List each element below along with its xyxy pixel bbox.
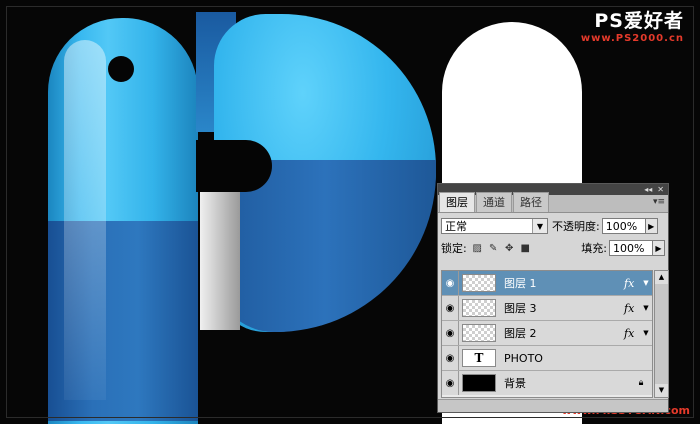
panel-tabs: 图层 通道 路径 ▾≡: [438, 192, 668, 213]
lock-row: 锁定: ▨ ✎ ✥ ■ 填充: 100% ▶: [438, 237, 668, 259]
layer-name: 图层 3: [504, 302, 537, 315]
layer-row[interactable]: ◉ 图层 1 fx ▼: [442, 271, 652, 296]
layer-thumbnail: [462, 299, 496, 317]
expand-arrow-icon[interactable]: ▼: [640, 329, 652, 337]
layer-thumbnail: [462, 274, 496, 292]
letter-p-highlight: [64, 40, 106, 400]
watermark-top: PS爱好者 www.PS2000.cn: [581, 6, 684, 44]
lock-brush-icon[interactable]: ✎: [488, 243, 499, 254]
fx-icon[interactable]: fx: [624, 302, 640, 315]
fill-input[interactable]: 100%: [609, 240, 653, 256]
layers-panel: ◂◂ ✕ 图层 通道 路径 ▾≡ 正常 ▼ 不透明度: 100% ▶ 锁定: ▨…: [437, 183, 669, 413]
layers-list: ◉ 图层 1 fx ▼ ◉ 图层 3 fx ▼ ◉ 图层 2 fx ▼ ◉ T …: [441, 270, 669, 398]
opacity-input[interactable]: 100%: [601, 218, 646, 234]
double-chevron-icon[interactable]: ◂◂: [644, 185, 652, 194]
lock-label: 锁定:: [441, 242, 467, 255]
scroll-down-icon[interactable]: ▼: [655, 384, 668, 397]
expand-arrow-icon[interactable]: ▼: [640, 279, 652, 287]
lock-all-icon[interactable]: ■: [520, 243, 531, 254]
layer-row[interactable]: ◉ 背景 🔒︎: [442, 371, 652, 395]
eye-icon[interactable]: ◉: [442, 346, 459, 370]
background-thumbnail: [462, 374, 496, 392]
watermark-url: www.PS2000.cn: [580, 33, 684, 44]
opacity-label: 不透明度:: [552, 220, 600, 233]
eye-icon[interactable]: ◉: [442, 371, 459, 395]
layer-row[interactable]: ◉ T PHOTO: [442, 346, 652, 371]
blend-row: 正常 ▼ 不透明度: 100% ▶: [438, 215, 668, 237]
opacity-slider-arrow[interactable]: ▶: [645, 218, 658, 234]
blend-mode-select[interactable]: 正常 ▼: [441, 218, 548, 234]
layer-name: PHOTO: [504, 351, 543, 365]
letter-p-counter: [196, 140, 272, 192]
panel-menu-icon[interactable]: ▾≡: [653, 197, 665, 207]
layer-name: 图层 2: [504, 327, 537, 340]
tab-paths[interactable]: 路径: [513, 192, 549, 212]
layers-scrollbar[interactable]: ▲ ▼: [654, 270, 669, 398]
chevron-down-icon: ▼: [532, 219, 547, 233]
lock-icon: 🔒︎: [638, 378, 644, 388]
eye-icon[interactable]: ◉: [442, 296, 459, 320]
layer-row[interactable]: ◉ 图层 3 fx ▼: [442, 296, 652, 321]
tab-layers[interactable]: 图层: [439, 192, 475, 212]
layer-row[interactable]: ◉ 图层 2 fx ▼: [442, 321, 652, 346]
lock-move-icon[interactable]: ✥: [504, 243, 515, 254]
fill-label: 填充:: [581, 242, 607, 255]
layer-thumbnail: [462, 324, 496, 342]
fx-icon[interactable]: fx: [624, 277, 640, 290]
letter-p-inner-shadow: [200, 190, 240, 330]
eye-icon[interactable]: ◉: [442, 271, 459, 295]
fill-slider-arrow[interactable]: ▶: [653, 240, 665, 256]
expand-arrow-icon[interactable]: ▼: [640, 304, 652, 312]
text-layer-thumbnail: T: [462, 349, 496, 367]
panel-footer: [438, 399, 668, 412]
lock-transparent-icon[interactable]: ▨: [472, 243, 483, 254]
fx-icon[interactable]: fx: [624, 327, 640, 340]
brush-cursor: [108, 56, 134, 82]
eye-icon[interactable]: ◉: [442, 321, 459, 345]
layer-name: 图层 1: [504, 277, 537, 290]
blend-mode-value: 正常: [445, 220, 467, 233]
close-icon[interactable]: ✕: [657, 185, 664, 194]
scroll-up-icon[interactable]: ▲: [655, 271, 668, 284]
layer-name: 背景: [504, 377, 526, 390]
tab-channels[interactable]: 通道: [476, 192, 512, 212]
watermark-logo: PS爱好者: [594, 10, 684, 32]
